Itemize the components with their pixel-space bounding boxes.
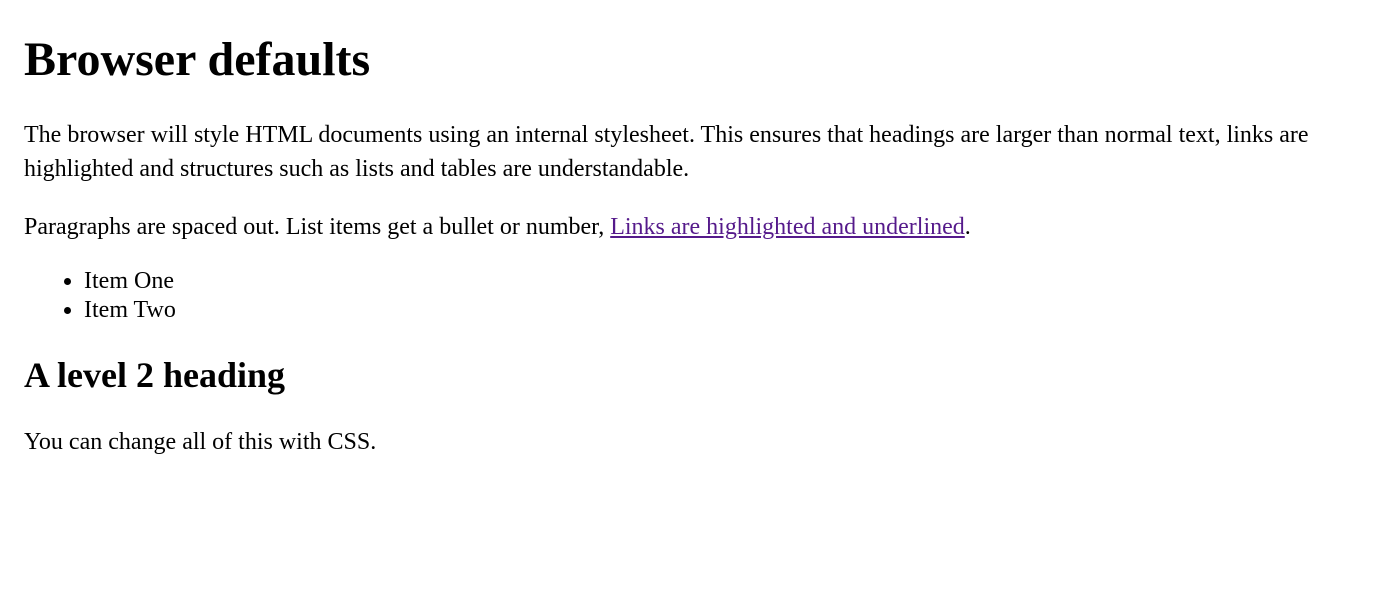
closing-paragraph: You can change all of this with CSS. bbox=[24, 426, 1385, 460]
paragraph-text: Paragraphs are spaced out. List items ge… bbox=[24, 214, 610, 240]
page-title: Browser defaults bbox=[24, 32, 1385, 87]
example-link[interactable]: Links are highlighted and underlined bbox=[610, 214, 965, 240]
example-list: Item One Item Two bbox=[24, 268, 1385, 324]
intro-paragraph: The browser will style HTML documents us… bbox=[24, 119, 1385, 186]
list-item: Item One bbox=[84, 268, 1385, 295]
list-item: Item Two bbox=[84, 297, 1385, 324]
paragraph-suffix: . bbox=[965, 214, 971, 240]
subheading: A level 2 heading bbox=[24, 354, 1385, 396]
second-paragraph: Paragraphs are spaced out. List items ge… bbox=[24, 211, 1385, 245]
